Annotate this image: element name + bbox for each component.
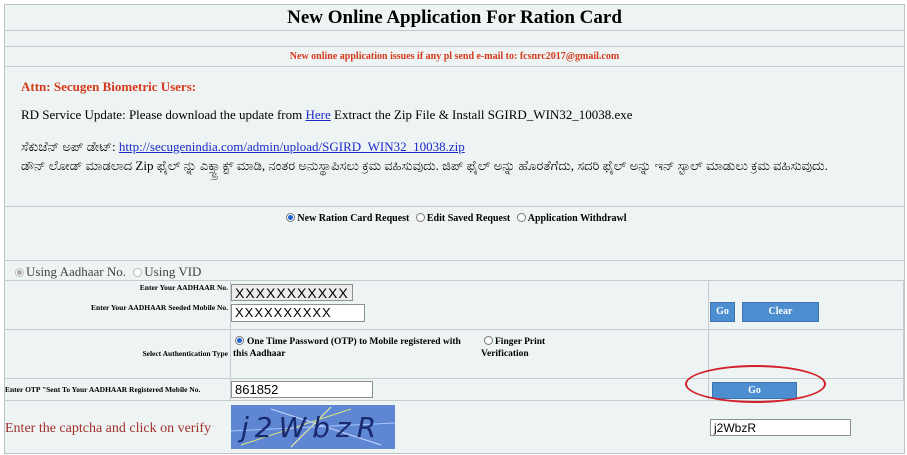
captcha-input[interactable]: j2WbzR	[710, 419, 851, 436]
auth-label: Select Authentication Type	[142, 349, 228, 358]
kannada-update: ಸೆಕುಜೆನ್ ಅಪ್ ಡೇಟ್: http://secugenindia.c…	[21, 139, 465, 155]
radio-withdraw[interactable]	[516, 213, 526, 222]
radio-using-aadhaar[interactable]	[15, 268, 24, 277]
otp-option-label: One Time Password (OTP) to Mobile regist…	[233, 337, 461, 359]
secugen-notice: Attn: Secugen Biometric Users: RD Servic…	[5, 67, 904, 207]
secugen-download-link[interactable]: http://secugenindia.com/admin/upload/SGI…	[119, 139, 465, 154]
rd-prefix: RD Service Update: Please download the u…	[21, 107, 303, 122]
spacer-row	[5, 31, 904, 47]
mobile-label: Enter Your AADHAAR Seeded Mobile No.	[91, 303, 228, 312]
go-button-highlight	[685, 365, 826, 403]
aadhaar-label: Enter Your AADHAAR No.	[139, 283, 228, 292]
otp-label-cell: Enter OTP "Sent To Your AADHAAR Register…	[5, 379, 231, 401]
id-mode-row: Using Aadhaar No. Using VID	[5, 261, 904, 281]
attn-heading: Attn: Secugen Biometric Users:	[21, 79, 197, 94]
new-request-label: New Ration Card Request	[297, 213, 410, 224]
clear-button[interactable]: Clear	[742, 302, 819, 322]
kannada-label: ಸೆಕುಜೆನ್ ಅಪ್ ಡೇಟ್:	[21, 139, 116, 154]
request-type-row: New Ration Card Request Edit Saved Reque…	[5, 207, 904, 261]
auth-options-cell: One Time Password (OTP) to Mobile regist…	[231, 330, 709, 379]
fingerprint-option-label: Finger Print Verification	[481, 337, 546, 359]
withdraw-label: Application Withdrawl	[527, 213, 627, 224]
aadhaar-input-cell: XXXXXXXXXXX XXXXXXXXXX	[231, 281, 709, 330]
using-vid-label: Using VID	[144, 264, 202, 279]
edit-request-label: Edit Saved Request	[426, 213, 511, 224]
here-link[interactable]: Here	[305, 107, 330, 122]
id-mode-options: Using Aadhaar No. Using VID	[11, 264, 201, 280]
request-type-options: New Ration Card Request Edit Saved Reque…	[5, 213, 904, 224]
captcha-label: Enter the captcha and click on verify	[5, 421, 212, 436]
auth-label-cell: Select Authentication Type	[5, 330, 231, 379]
radio-using-vid[interactable]	[133, 268, 143, 277]
mobile-input[interactable]: XXXXXXXXXX	[231, 304, 365, 322]
aadhaar-label-cell: Enter Your AADHAAR No. Enter Your AADHAA…	[5, 281, 231, 330]
radio-edit-request[interactable]	[415, 213, 425, 222]
notice-banner: New online application issues if any pl …	[5, 47, 904, 67]
otp-input-cell: 861852	[231, 379, 709, 401]
otp-label: Enter OTP "Sent To Your AADHAAR Register…	[5, 385, 201, 394]
captcha-text: j2WbzR	[241, 411, 383, 444]
aadhaar-input[interactable]: XXXXXXXXXXX	[231, 284, 353, 301]
otp-input[interactable]: 861852	[231, 381, 373, 398]
captcha-image: j2WbzR	[231, 405, 395, 449]
using-aadhaar-label: Using Aadhaar No.	[26, 264, 127, 279]
radio-new-request[interactable]	[286, 213, 296, 222]
go-button[interactable]: Go	[710, 302, 735, 322]
rd-service-update: RD Service Update: Please download the u…	[21, 107, 633, 123]
page-title: New Online Application For Ration Card	[5, 5, 904, 31]
aadhaar-actions-cell: Go Clear	[709, 281, 904, 330]
rd-suffix: Extract the Zip File & Install SGIRD_WIN…	[334, 107, 633, 122]
kannada-instructions: ಡೌನ್ ಲೋಡ್ ಮಾಡಲಾದ Zip ಫೈಲ್ ನ್ನು ಎಕ್ಸ್ಟ್ರಾ…	[21, 158, 828, 173]
